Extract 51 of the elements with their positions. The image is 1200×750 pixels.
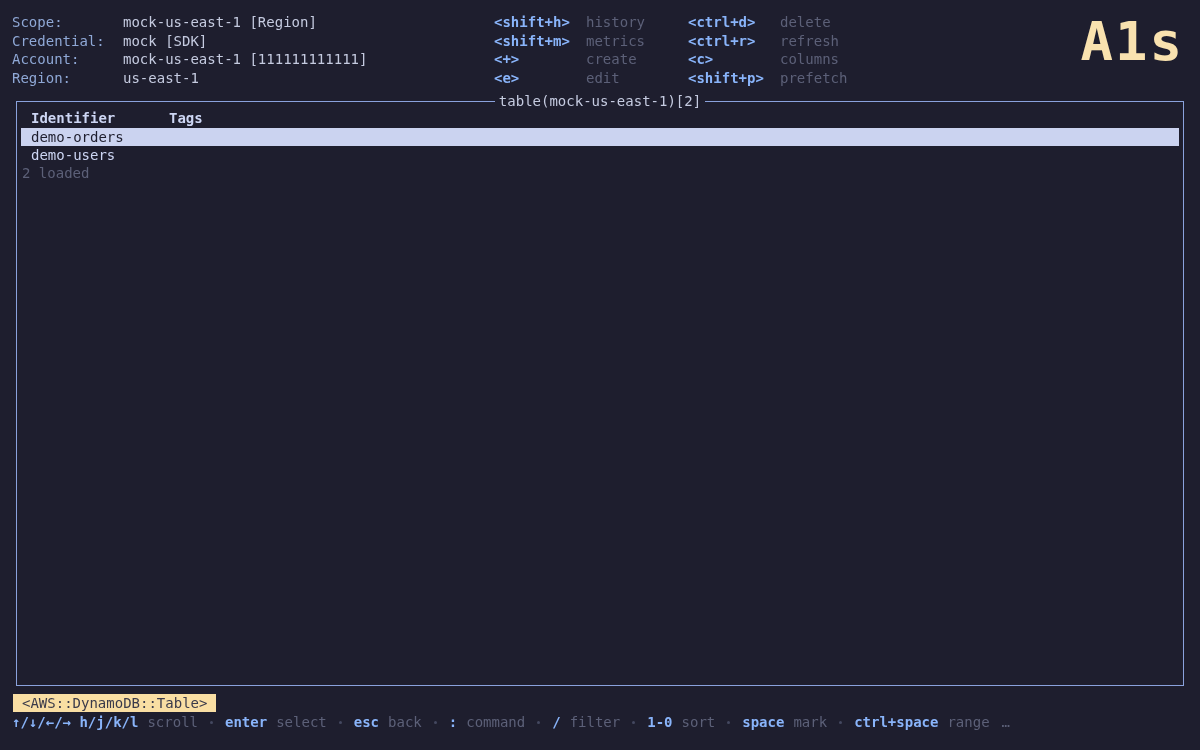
field-value: mock [SDK] xyxy=(123,31,209,50)
panel-title: table(mock-us-east-1)[2] xyxy=(497,93,703,109)
shortcut-key: <shift+p> xyxy=(688,68,780,87)
hint-action: sort xyxy=(681,713,716,732)
table-row[interactable]: demo-orders xyxy=(21,127,1179,146)
table-cell-text: demo-users xyxy=(31,147,117,164)
hint-key: ctrl+space xyxy=(854,713,939,732)
shortcut-action: refresh xyxy=(780,31,840,50)
shortcut-action: prefetch xyxy=(780,68,849,87)
hint-action: select xyxy=(276,713,327,732)
hint-key: ↑/↓/←/→ h/j/k/l xyxy=(12,713,139,732)
shortcut-action: edit xyxy=(586,68,621,87)
hint-key: esc xyxy=(353,713,380,732)
hint-action: range xyxy=(947,713,990,732)
shortcut-action: columns xyxy=(780,50,840,69)
shortcut-action: create xyxy=(586,50,638,69)
status-text: 2 loaded xyxy=(21,164,91,183)
field-label: Credential: xyxy=(12,31,106,50)
shortcut-action: metrics xyxy=(586,31,646,50)
hint-key: 1-0 xyxy=(647,713,673,732)
shortcut-key: <shift+h> xyxy=(494,13,586,32)
field-value: mock-us-east-1 [111111111111] xyxy=(123,50,369,69)
shortcut-action: delete xyxy=(780,13,832,32)
field-label: Scope: xyxy=(12,13,64,32)
hint-action: filter xyxy=(569,713,621,732)
shortcut-key: <ctrl+d> xyxy=(688,13,780,32)
shortcut-key: <c> xyxy=(688,50,780,69)
shortcut-action: history xyxy=(586,13,646,32)
logo: A1s xyxy=(1080,17,1184,69)
hint-key: / xyxy=(552,713,561,732)
hint-key: space xyxy=(742,713,785,732)
column-header: Tags xyxy=(169,110,204,127)
hint-action: command xyxy=(466,713,526,732)
column-header: Identifier xyxy=(31,110,117,127)
more-indicator: … xyxy=(1001,713,1010,732)
field-value: us-east-1 xyxy=(123,68,200,87)
table-row[interactable]: demo-users xyxy=(21,146,1179,165)
hint-action: mark xyxy=(793,713,828,732)
shortcut-key: <shift+m> xyxy=(494,31,586,50)
resource-badge: <AWS::DynamoDB::Table> xyxy=(13,694,217,712)
hint-action: back xyxy=(388,713,422,732)
hint-key: enter xyxy=(225,713,268,732)
shortcut-key: <+> xyxy=(494,50,586,69)
field-label: Region: xyxy=(12,68,72,87)
field-label: Account: xyxy=(12,50,81,69)
shortcut-key: <e> xyxy=(494,68,586,87)
hint-key: : xyxy=(448,713,458,732)
hint-action: scroll xyxy=(147,713,198,732)
table-cell-text: demo-orders xyxy=(31,128,125,145)
field-value: mock-us-east-1 [Region] xyxy=(123,13,318,32)
shortcut-key: <ctrl+r> xyxy=(688,31,780,50)
